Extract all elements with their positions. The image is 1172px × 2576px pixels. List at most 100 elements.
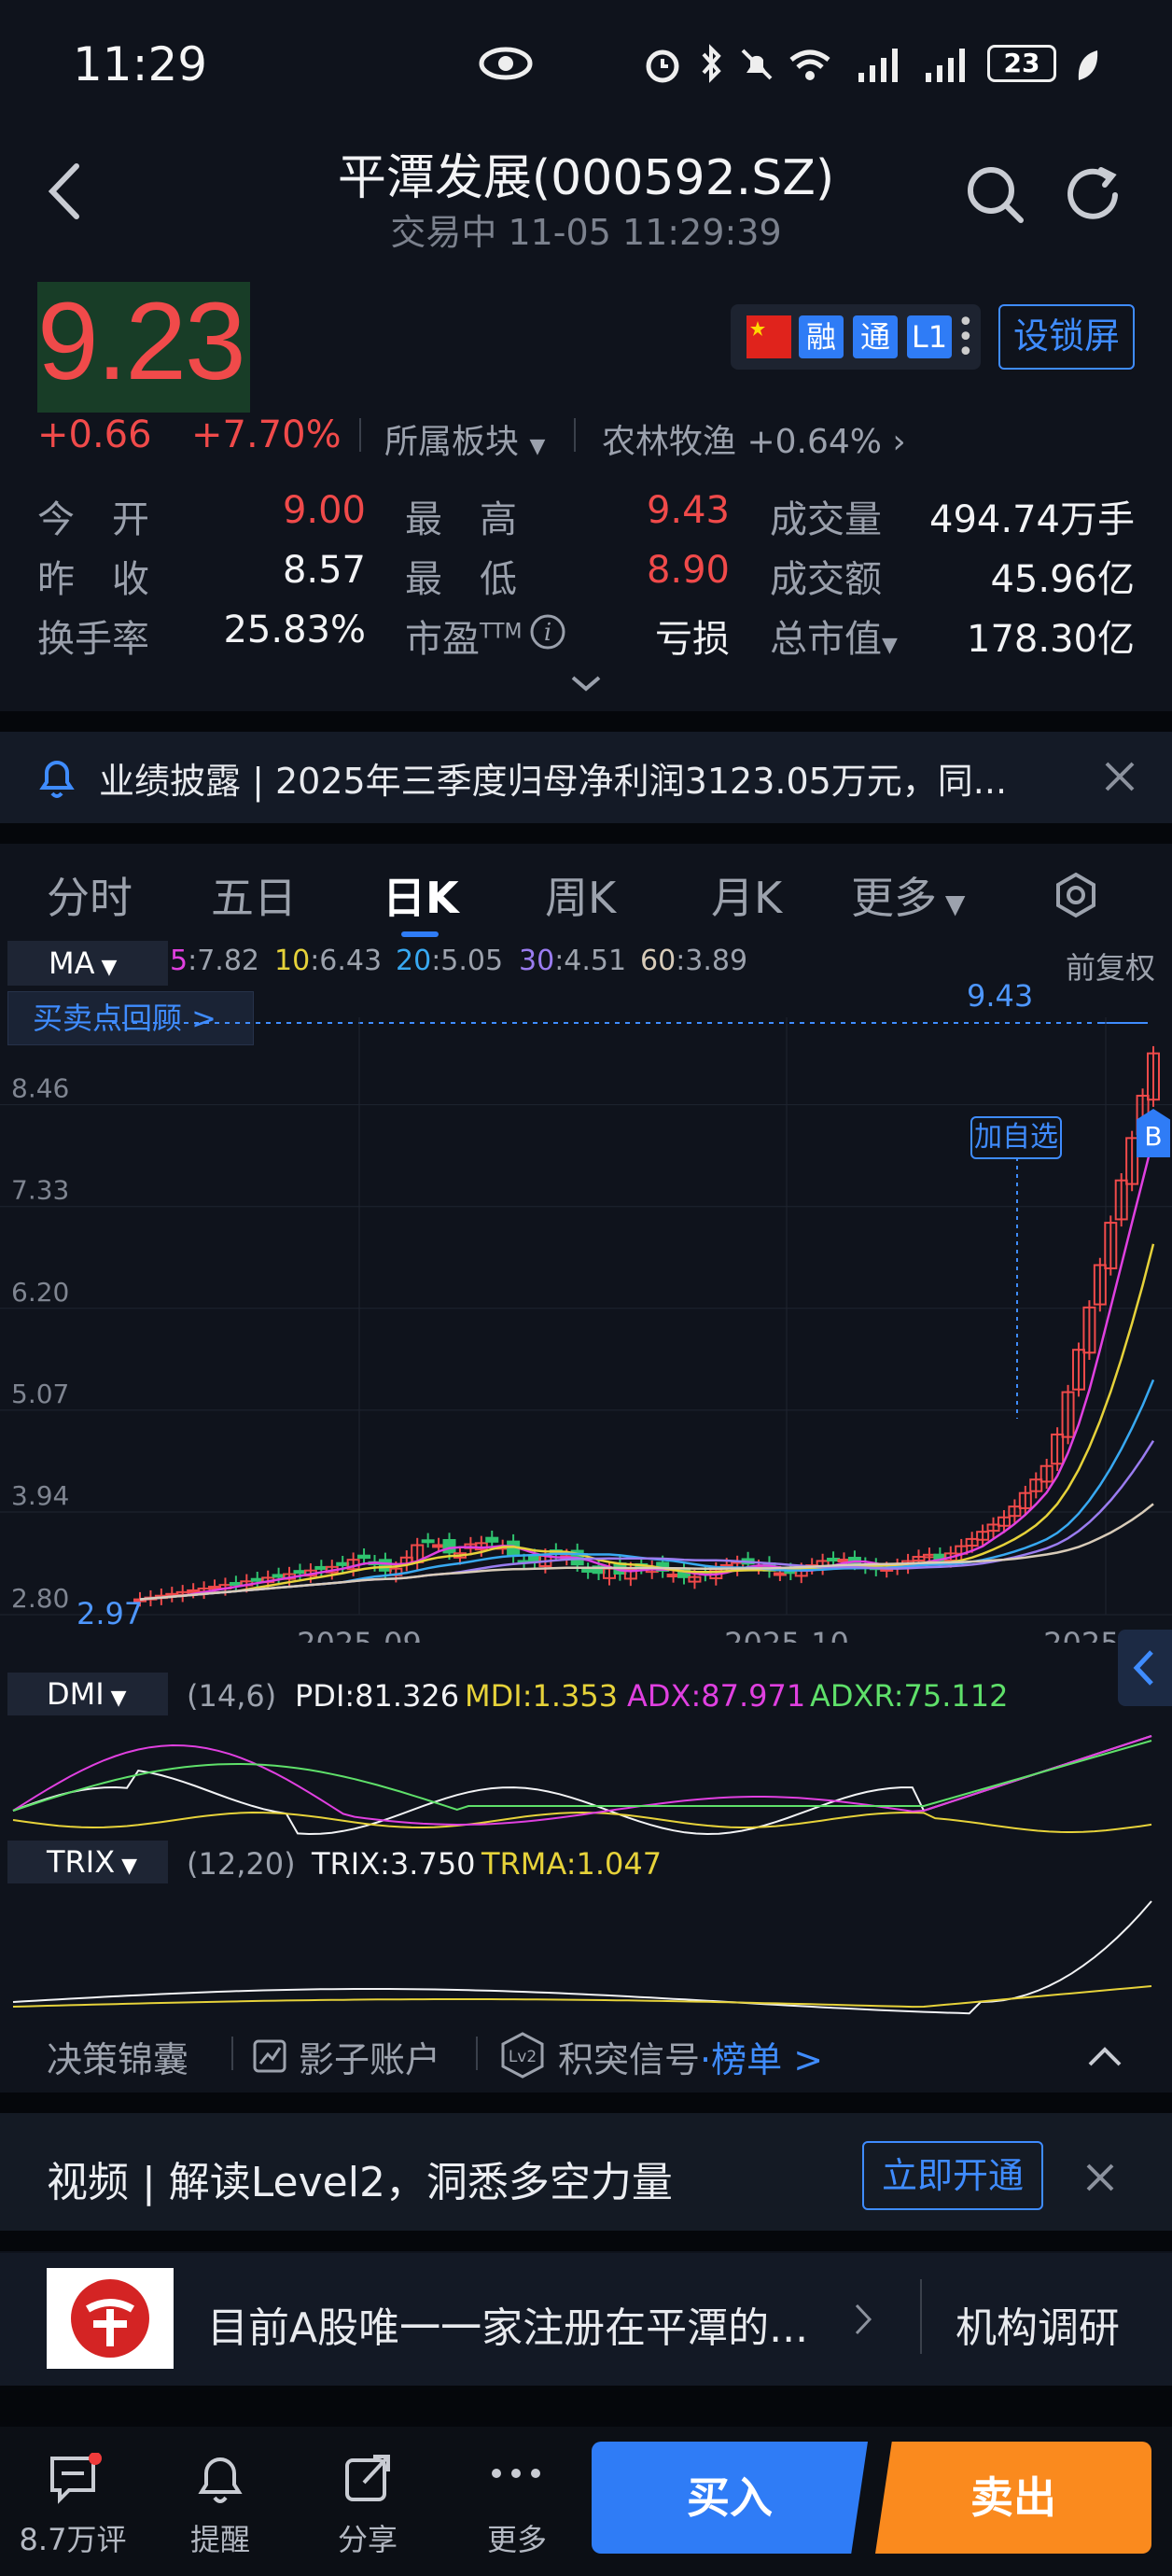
wifi-icon	[789, 49, 830, 80]
sell-button[interactable]: 卖出	[875, 2442, 1151, 2554]
signal-rank-link[interactable]: 积突信号·榜单 >	[558, 2031, 823, 2082]
ma5-line	[139, 1138, 1155, 1601]
sector-label: 所属板块	[384, 423, 520, 461]
trix-chart[interactable]	[0, 1876, 1172, 2016]
y-tick-label: 7.33	[11, 1175, 69, 1206]
turnover-value: 25.83%	[223, 609, 366, 651]
status-time: 11:29	[73, 37, 208, 91]
candle-body	[421, 1539, 435, 1544]
open-level2-button[interactable]: 立即开通	[862, 2141, 1043, 2210]
shadow-account-link[interactable]: 影子账户	[299, 2031, 440, 2082]
chevron-up-icon[interactable]	[1086, 2044, 1123, 2068]
market-cap-label: 总市值	[770, 618, 882, 661]
pe-value: 亏损	[655, 618, 730, 661]
collapse-panel-button[interactable]	[1118, 1630, 1172, 1706]
settings-icon[interactable]	[1053, 872, 1099, 918]
tab-daily-k[interactable]: 日K	[383, 864, 459, 926]
tab-intraday[interactable]: 分时	[47, 864, 133, 926]
adx-line	[12, 1735, 1152, 1827]
high-marker: 9.43	[967, 978, 1034, 1014]
trade-status: 交易中 11-05 11:29:39	[390, 212, 782, 253]
info-icon[interactable]: i	[528, 612, 567, 651]
tab-more[interactable]: 更多 ▼	[851, 864, 965, 926]
pe-label: 市盈TTM	[405, 609, 522, 663]
tab-weekly-k[interactable]: 周K	[545, 864, 616, 926]
decision-kit-link[interactable]: 决策锦囊	[47, 2031, 188, 2082]
candle-body	[485, 1536, 499, 1543]
divider	[359, 418, 361, 452]
sector-dropdown[interactable]: 所属板块 ▼	[384, 414, 545, 463]
connect-badge: 通	[853, 315, 898, 358]
volume-label: 成交量	[770, 498, 882, 541]
amount-value: 45.96亿	[990, 558, 1135, 601]
share-label[interactable]: 分享	[312, 2516, 424, 2559]
ma30-line	[139, 1440, 1155, 1601]
volume-value: 494.74万手	[929, 498, 1135, 541]
expand-chevron-icon[interactable]	[569, 674, 603, 694]
signal-icon-1	[858, 49, 898, 82]
section-divider	[0, 823, 1172, 844]
more-icon[interactable]	[489, 2464, 543, 2483]
high-value: 9.43	[646, 489, 730, 532]
mute-icon	[741, 49, 773, 80]
active-tab-indicator	[401, 931, 439, 937]
dmi-label: DMI	[47, 1676, 105, 1712]
video-promo-text: 视频 | 解读Level2，洞悉多空力量	[47, 2159, 673, 2206]
low-value: 8.90	[646, 549, 730, 592]
ma10-line	[139, 1243, 1155, 1601]
alert-label[interactable]: 提醒	[164, 2516, 276, 2559]
comments-label[interactable]: 8.7万评	[17, 2516, 129, 2559]
lock-screen-button[interactable]: 设锁屏	[998, 304, 1135, 370]
high-label: 最 高	[405, 498, 517, 541]
back-icon[interactable]	[41, 159, 88, 224]
close-icon[interactable]	[1084, 2162, 1116, 2193]
candle-body	[666, 1574, 680, 1578]
candle-body	[293, 1570, 307, 1575]
news-headline: 目前A股唯一一家注册在平潭的...	[207, 2304, 809, 2352]
eye-icon	[479, 47, 533, 80]
current-price: 9.23	[37, 280, 246, 403]
candle-body	[378, 1559, 392, 1572]
prev-close-value: 8.57	[282, 549, 366, 592]
low-marker: 2.97	[77, 1596, 144, 1631]
signal-dot: ·	[700, 2039, 712, 2080]
bluetooth-icon	[702, 44, 721, 83]
divider	[476, 2037, 478, 2070]
trma-line	[12, 1985, 1152, 2009]
x-tick-label: 2025-10	[724, 1626, 849, 1643]
tab-monthly-k[interactable]: 月K	[711, 864, 782, 926]
divider	[574, 418, 576, 452]
pe-ttm-sup: TTM	[480, 620, 523, 644]
search-icon[interactable]	[965, 164, 1026, 226]
divider	[920, 2279, 922, 2354]
candle-body	[272, 1574, 286, 1578]
turnover-label: 换手率	[37, 618, 149, 661]
add-watch-marker[interactable]: 加自选	[970, 1116, 1062, 1159]
candle-body	[442, 1539, 456, 1554]
refresh-icon[interactable]	[1064, 164, 1125, 226]
section-divider	[0, 711, 1172, 732]
sector-link[interactable]: 农林牧渔 +0.64% ›	[602, 414, 906, 463]
svg-text:Lv2: Lv2	[509, 2048, 537, 2066]
institution-research-link[interactable]: 机构调研	[956, 2294, 1120, 2354]
tab-five-day[interactable]: 五日	[211, 864, 297, 926]
close-icon[interactable]	[1103, 760, 1137, 793]
svg-text:i: i	[544, 619, 551, 647]
market-cap-value: 178.30亿	[967, 618, 1135, 661]
signal-label: 积突信号	[558, 2039, 701, 2080]
brand-logo	[47, 2268, 174, 2369]
kline-chart[interactable]: 8.467.336.205.073.942.802025-092025-1020…	[0, 971, 1172, 1643]
share-icon[interactable]	[342, 2451, 394, 2505]
dmi-chart[interactable]	[0, 1708, 1172, 1848]
candle-body	[357, 1554, 371, 1560]
comment-icon[interactable]	[47, 2453, 103, 2505]
bell-icon	[39, 761, 75, 798]
y-tick-label: 6.20	[11, 1277, 69, 1308]
price-change-pct: +7.70%	[191, 413, 342, 456]
buy-button[interactable]: 买入	[592, 2442, 868, 2554]
candle-body	[581, 1568, 595, 1573]
alert-bell-icon[interactable]	[194, 2451, 246, 2507]
market-cap-dropdown[interactable]: 总市值▼	[770, 609, 898, 663]
chart-account-icon	[253, 2039, 286, 2073]
more-label[interactable]: 更多	[461, 2516, 573, 2559]
